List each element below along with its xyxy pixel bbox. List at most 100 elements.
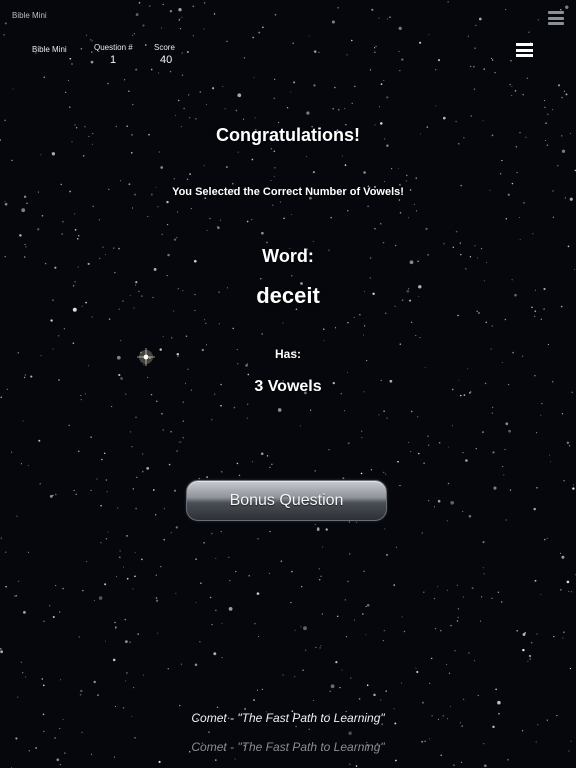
star: [124, 79, 126, 81]
star: [356, 521, 358, 523]
star: [168, 463, 171, 466]
star: [290, 214, 292, 216]
star: [304, 649, 307, 651]
star: [491, 57, 493, 59]
star: [348, 521, 350, 523]
star: [452, 425, 453, 427]
star: [134, 737, 136, 739]
star: [427, 435, 429, 437]
star: [446, 663, 448, 665]
star: [474, 47, 476, 50]
star: [107, 82, 109, 85]
star: [60, 183, 62, 186]
star: [112, 658, 116, 662]
star: [195, 602, 197, 604]
star: [128, 90, 130, 93]
star: [437, 586, 439, 588]
star: [479, 620, 481, 622]
star: [541, 402, 543, 405]
star: [295, 725, 297, 728]
star: [183, 107, 185, 110]
star: [522, 648, 525, 652]
hamburger-menu-icon[interactable]: [516, 43, 533, 57]
star: [143, 364, 145, 366]
stack-icon[interactable]: [548, 11, 564, 25]
star: [0, 650, 4, 654]
star: [252, 461, 254, 463]
star: [547, 343, 549, 346]
star: [548, 454, 550, 456]
star: [120, 339, 122, 342]
star: [408, 217, 409, 219]
star: [530, 641, 533, 644]
star: [450, 624, 452, 627]
star: [132, 34, 134, 36]
star: [454, 650, 456, 652]
star: [236, 462, 239, 465]
footer-tagline-dimmed: Comet - "The Fast Path to Learning": [191, 740, 385, 754]
star: [119, 556, 121, 559]
star: [533, 507, 536, 511]
star: [158, 151, 160, 153]
star: [62, 221, 64, 223]
star: [114, 621, 116, 624]
star: [251, 158, 254, 161]
star: [507, 759, 509, 761]
star: [437, 58, 441, 62]
star: [536, 486, 538, 489]
question-number-value: 1: [110, 54, 117, 66]
star: [42, 684, 45, 687]
star: [26, 202, 28, 204]
star: [380, 83, 383, 85]
star: [247, 403, 249, 405]
star: [415, 335, 417, 337]
star: [403, 630, 406, 633]
window-title: Bible Mini: [12, 11, 47, 20]
star: [59, 727, 61, 730]
star: [85, 34, 87, 36]
star: [90, 436, 92, 438]
bonus-question-button[interactable]: Bonus Question: [186, 480, 387, 521]
star: [251, 218, 253, 221]
star: [163, 539, 165, 541]
star: [504, 448, 506, 450]
star: [178, 19, 180, 21]
star: [173, 238, 177, 241]
star: [118, 373, 121, 377]
star: [348, 731, 352, 735]
star: [126, 577, 129, 580]
star: [75, 493, 78, 496]
star: [88, 365, 90, 367]
star: [427, 444, 430, 446]
word-value: deceit: [256, 283, 320, 308]
star: [211, 623, 213, 626]
star: [59, 611, 61, 613]
star: [344, 599, 346, 601]
star: [492, 451, 495, 454]
star: [553, 635, 555, 638]
star: [334, 86, 336, 89]
star: [384, 312, 387, 315]
star: [355, 765, 358, 767]
star: [569, 197, 573, 201]
star: [415, 210, 418, 212]
star: [123, 566, 125, 568]
star: [398, 167, 400, 169]
star: [4, 200, 6, 203]
star: [108, 318, 111, 320]
star: [431, 657, 433, 660]
star: [203, 165, 205, 167]
bonus-question-button-label: Bonus Question: [229, 491, 344, 509]
star: [341, 155, 343, 157]
star: [491, 597, 493, 599]
star: [82, 155, 85, 157]
star: [257, 538, 259, 540]
star: [483, 68, 486, 70]
star: [385, 553, 389, 556]
star: [122, 707, 125, 709]
star: [247, 373, 250, 376]
star: [43, 76, 46, 79]
star: [477, 695, 479, 697]
star: [56, 758, 60, 762]
star: [473, 88, 476, 90]
